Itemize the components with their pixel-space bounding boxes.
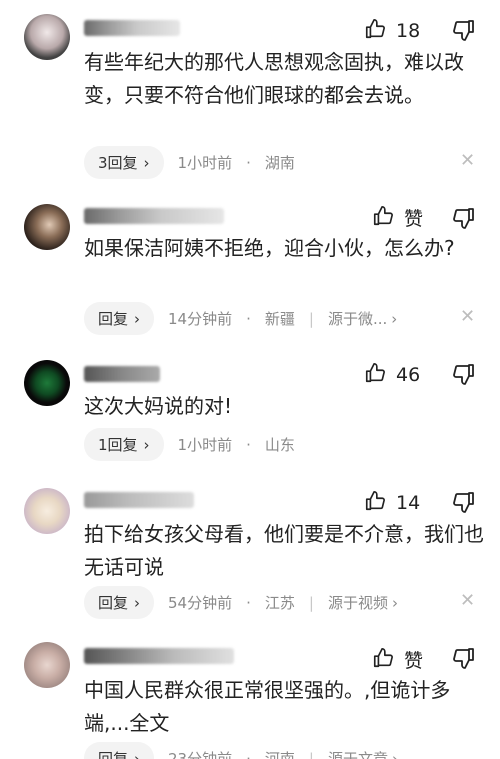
close-icon[interactable]: ✕ [460, 590, 475, 611]
thumbs-up-icon [364, 490, 386, 516]
reply-button[interactable]: 1回复 › [84, 428, 164, 461]
chevron-right-icon: › [391, 749, 398, 759]
reply-label: 3回复 [98, 154, 138, 172]
source-label: 源于微... [327, 310, 388, 328]
dislike-button[interactable] [452, 362, 476, 386]
chevron-right-icon: › [134, 593, 141, 612]
chevron-right-icon: › [134, 749, 141, 759]
separator-dot: · [246, 593, 251, 612]
location: 山东 [264, 436, 295, 454]
avatar[interactable] [24, 488, 70, 534]
separator-dot: · [246, 749, 251, 759]
timestamp: 1小时前 [177, 154, 233, 172]
comment-text: 中国人民群众很正常很坚强的。,但诡计多端,...全文 [84, 678, 451, 735]
reply-button[interactable]: 回复 › [84, 742, 155, 759]
thumbs-up-icon [372, 647, 394, 673]
avatar[interactable] [24, 204, 70, 250]
like-button[interactable]: 18 [364, 18, 420, 44]
thumbs-up-icon [372, 205, 394, 231]
thumbs-up-icon [364, 362, 386, 388]
chevron-right-icon: › [391, 593, 398, 612]
like-count: 赞 [404, 208, 424, 230]
source-link[interactable]: 源于视频 › [328, 592, 398, 613]
thumbs-down-icon [452, 364, 476, 390]
like-count: 赞 [404, 650, 424, 672]
comment-text: 拍下给女孩父母看，他们要是不介意，我们也无话可说 [84, 522, 484, 579]
reply-label: 回复 [98, 310, 129, 328]
source-link[interactable]: 源于微... › [328, 308, 397, 329]
avatar[interactable] [24, 642, 70, 688]
comment-meta: 3回复 › 1小时前 · 湖南 [84, 146, 295, 179]
close-icon[interactable]: ✕ [460, 306, 475, 327]
close-icon[interactable]: ✕ [460, 150, 475, 171]
chevron-right-icon: › [134, 309, 141, 328]
username-blurred[interactable] [84, 492, 194, 508]
comment-text: 如果保洁阿姨不拒绝，迎合小伙，怎么办? [84, 236, 455, 260]
source-label: 源于视频 [327, 594, 388, 612]
reply-button[interactable]: 3回复 › [84, 146, 164, 179]
avatar[interactable] [24, 360, 70, 406]
avatar[interactable] [24, 14, 70, 60]
username-blurred[interactable] [84, 208, 224, 224]
location: 新疆 [264, 310, 295, 328]
timestamp: 23分钟前 [168, 750, 233, 759]
reply-button[interactable]: 回复 › [84, 586, 155, 619]
dislike-button[interactable] [452, 490, 476, 514]
dislike-button[interactable] [452, 206, 476, 230]
like-button[interactable]: 赞 [372, 646, 423, 673]
thumbs-down-icon [452, 492, 476, 518]
like-button[interactable]: 赞 [372, 204, 423, 231]
like-count: 46 [396, 364, 421, 386]
dislike-button[interactable] [452, 18, 476, 42]
thumbs-down-icon [452, 648, 476, 674]
comment-text: 这次大妈说的对! [84, 394, 233, 418]
comment-meta: 回复 › 54分钟前 · 江苏 | 源于视频 › [84, 586, 398, 619]
location: 河南 [264, 750, 295, 759]
timestamp: 14分钟前 [168, 310, 233, 328]
chevron-right-icon: › [143, 435, 150, 454]
source-link[interactable]: 源于文章 › [328, 748, 398, 759]
source-label: 源于文章 [327, 750, 388, 759]
username-blurred[interactable] [84, 366, 160, 382]
reply-button[interactable]: 回复 › [84, 302, 155, 335]
like-count: 14 [396, 492, 421, 514]
timestamp: 54分钟前 [168, 594, 233, 612]
separator-dot: · [246, 309, 251, 328]
timestamp: 1小时前 [177, 436, 233, 454]
like-count: 18 [396, 20, 421, 42]
reply-label: 1回复 [98, 436, 138, 454]
separator-dot: · [246, 153, 251, 172]
separator-pipe: | [308, 309, 314, 328]
username-blurred[interactable] [84, 648, 234, 664]
thumbs-up-icon [364, 18, 386, 44]
reply-label: 回复 [98, 594, 129, 612]
separator-dot: · [246, 435, 251, 454]
chevron-right-icon: › [391, 309, 398, 328]
username-blurred[interactable] [84, 20, 180, 36]
comment-meta: 回复 › 23分钟前 · 河南 | 源于文章 › [84, 742, 398, 759]
comment-text: 有些年纪大的那代人思想观念固执，难以改变，只要不符合他们眼球的都会去说。 [84, 50, 464, 107]
location: 湖南 [264, 154, 295, 172]
separator-pipe: | [308, 749, 314, 759]
location: 江苏 [264, 594, 295, 612]
comment-meta: 回复 › 14分钟前 · 新疆 | 源于微... › [84, 302, 397, 335]
like-button[interactable]: 14 [364, 490, 420, 516]
comment-meta: 1回复 › 1小时前 · 山东 [84, 428, 295, 461]
dislike-button[interactable] [452, 646, 476, 670]
separator-pipe: | [308, 593, 314, 612]
reply-label: 回复 [98, 750, 129, 759]
like-button[interactable]: 46 [364, 362, 420, 388]
thumbs-down-icon [452, 20, 476, 46]
chevron-right-icon: › [143, 153, 150, 172]
